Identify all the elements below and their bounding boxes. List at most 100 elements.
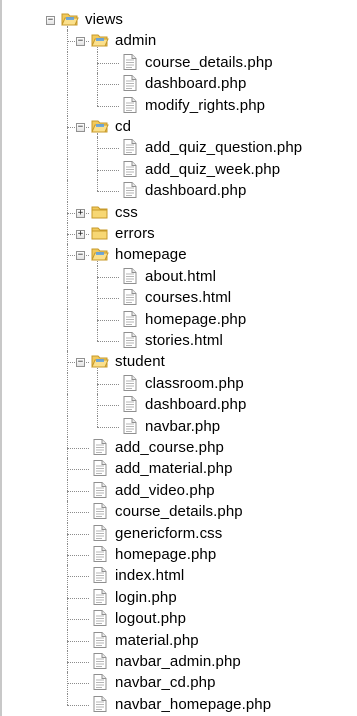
- minus-box-icon[interactable]: −: [76, 123, 85, 132]
- tree-guide-branch: [97, 298, 119, 300]
- tree-guide-branch: [97, 341, 119, 342]
- tree-folder-row[interactable]: − student: [0, 351, 357, 373]
- tree-guide-branch: [97, 84, 119, 86]
- tree-file-row[interactable]: navbar.php: [0, 415, 357, 437]
- file-icon: [121, 417, 139, 434]
- tree-file-row[interactable]: course_details.php: [0, 51, 357, 74]
- minus-box-icon[interactable]: −: [76, 251, 85, 261]
- tree-item-label: about.html: [145, 267, 217, 285]
- tree-guide-branch: [67, 576, 89, 578]
- tree-guide-branch: [97, 426, 119, 428]
- file-icon: [91, 588, 109, 605]
- tree-guide-branch: [67, 555, 89, 556]
- tree-file-row[interactable]: dashboard.php: [0, 180, 357, 202]
- tree-folder-row[interactable]: − homepage: [0, 244, 357, 266]
- tree-guide-line: [67, 308, 68, 330]
- tree-guide-branch: [97, 169, 119, 171]
- tree-file-row[interactable]: navbar_cd.php: [0, 672, 357, 694]
- tree-file-row[interactable]: homepage.php: [0, 544, 357, 566]
- tree-item-label: genericform.css: [115, 524, 223, 542]
- tree-item-label: cd: [115, 118, 132, 135]
- tree-folder-row[interactable]: − admin: [0, 30, 357, 52]
- tree-item-label: add_video.php: [115, 481, 215, 499]
- tree-file-row[interactable]: add_quiz_week.php: [0, 158, 357, 181]
- tree-item-label: errors: [115, 225, 155, 242]
- folder-icon: [61, 11, 79, 27]
- tree-guide-line: [67, 693, 68, 705]
- minus-box-icon[interactable]: −: [76, 358, 85, 368]
- file-icon: [91, 695, 109, 712]
- tree-guide-branch: [67, 469, 89, 471]
- file-icon: [91, 610, 109, 627]
- file-icon: [121, 53, 139, 70]
- tree-file-row[interactable]: add_material.php: [0, 458, 357, 480]
- tree-file-row[interactable]: login.php: [0, 586, 357, 609]
- folder-icon: [91, 225, 109, 241]
- tree-guide-line: [67, 394, 68, 416]
- tree-item-label: homepage.php: [145, 310, 247, 328]
- plus-box-icon[interactable]: +: [76, 230, 85, 239]
- minus-box-icon[interactable]: −: [76, 37, 85, 47]
- tree-file-row[interactable]: material.php: [0, 629, 357, 651]
- tree-guide-branch: [67, 533, 89, 535]
- tree-item-label: css: [115, 203, 138, 221]
- tree-file-row[interactable]: dashboard.php: [0, 73, 357, 95]
- folder-icon: [91, 204, 109, 220]
- file-icon: [91, 439, 109, 455]
- tree-file-row[interactable]: logout.php: [0, 608, 357, 630]
- tree-file-row[interactable]: add_video.php: [0, 479, 357, 502]
- tree-guide-line: [67, 287, 68, 309]
- tree-item-label: logout.php: [115, 610, 187, 628]
- tree-item-label: student: [115, 353, 165, 371]
- tree-file-row[interactable]: index.html: [0, 565, 357, 587]
- tree-file-row[interactable]: genericform.css: [0, 522, 357, 544]
- tree-item-label: navbar_homepage.php: [115, 695, 272, 713]
- tree-item-label: login.php: [115, 588, 177, 606]
- tree-item-label: dashboard.php: [145, 75, 247, 93]
- tree-file-row[interactable]: homepage.php: [0, 308, 357, 330]
- tree-guide-branch: [67, 490, 89, 492]
- tree-file-row[interactable]: add_course.php: [0, 437, 357, 459]
- tree-file-row[interactable]: navbar_homepage.php: [0, 693, 357, 715]
- tree-folder-row[interactable]: − cd: [0, 116, 357, 138]
- tree-guide-branch: [67, 704, 89, 706]
- tree-guide-line: [67, 265, 68, 288]
- tree-folder-row[interactable]: + errors: [0, 223, 357, 245]
- tree-guide-line: [67, 415, 68, 437]
- tree-file-row[interactable]: add_quiz_question.php: [0, 137, 357, 159]
- file-icon: [121, 182, 139, 199]
- tree-guide-line: [67, 51, 68, 74]
- tree-guide-line: [67, 94, 68, 116]
- tree-guide-branch: [97, 148, 119, 150]
- plus-box-icon[interactable]: +: [76, 208, 85, 218]
- tree-item-label: navbar_cd.php: [115, 674, 216, 692]
- tree-folder-row[interactable]: − views: [0, 9, 357, 31]
- tree-guide-line: [67, 137, 68, 159]
- tree-file-row[interactable]: classroom.php: [0, 372, 357, 395]
- tree-item-label: add_quiz_week.php: [145, 160, 281, 178]
- tree-guide-branch: [97, 276, 119, 278]
- tree-folder-row[interactable]: + css: [0, 201, 357, 223]
- tree-file-row[interactable]: course_details.php: [0, 501, 357, 523]
- file-icon: [121, 75, 139, 92]
- tree-file-row[interactable]: about.html: [0, 265, 357, 288]
- tree-item-label: index.html: [115, 567, 185, 585]
- file-tree: − views − admin course_details.php dashboard.…: [0, 0, 357, 716]
- folder-icon: [91, 246, 109, 262]
- tree-file-row[interactable]: navbar_admin.php: [0, 651, 357, 673]
- tree-guide-branch: [97, 191, 119, 193]
- minus-box-icon[interactable]: −: [46, 16, 55, 25]
- file-icon: [121, 160, 139, 177]
- tree-file-row[interactable]: stories.html: [0, 330, 357, 352]
- tree-item-label: classroom.php: [145, 374, 244, 392]
- tree-item-label: views: [85, 11, 124, 28]
- tree-guide-line: [67, 180, 68, 202]
- folder-icon: [91, 32, 109, 48]
- tree-item-label: admin: [115, 32, 157, 50]
- folder-icon: [91, 353, 109, 369]
- tree-file-row[interactable]: modify_rights.php: [0, 94, 357, 116]
- tree-guide-line: [97, 330, 98, 341]
- tree-file-row[interactable]: courses.html: [0, 287, 357, 309]
- tree-file-row[interactable]: dashboard.php: [0, 394, 357, 416]
- tree-guide-branch: [97, 383, 119, 385]
